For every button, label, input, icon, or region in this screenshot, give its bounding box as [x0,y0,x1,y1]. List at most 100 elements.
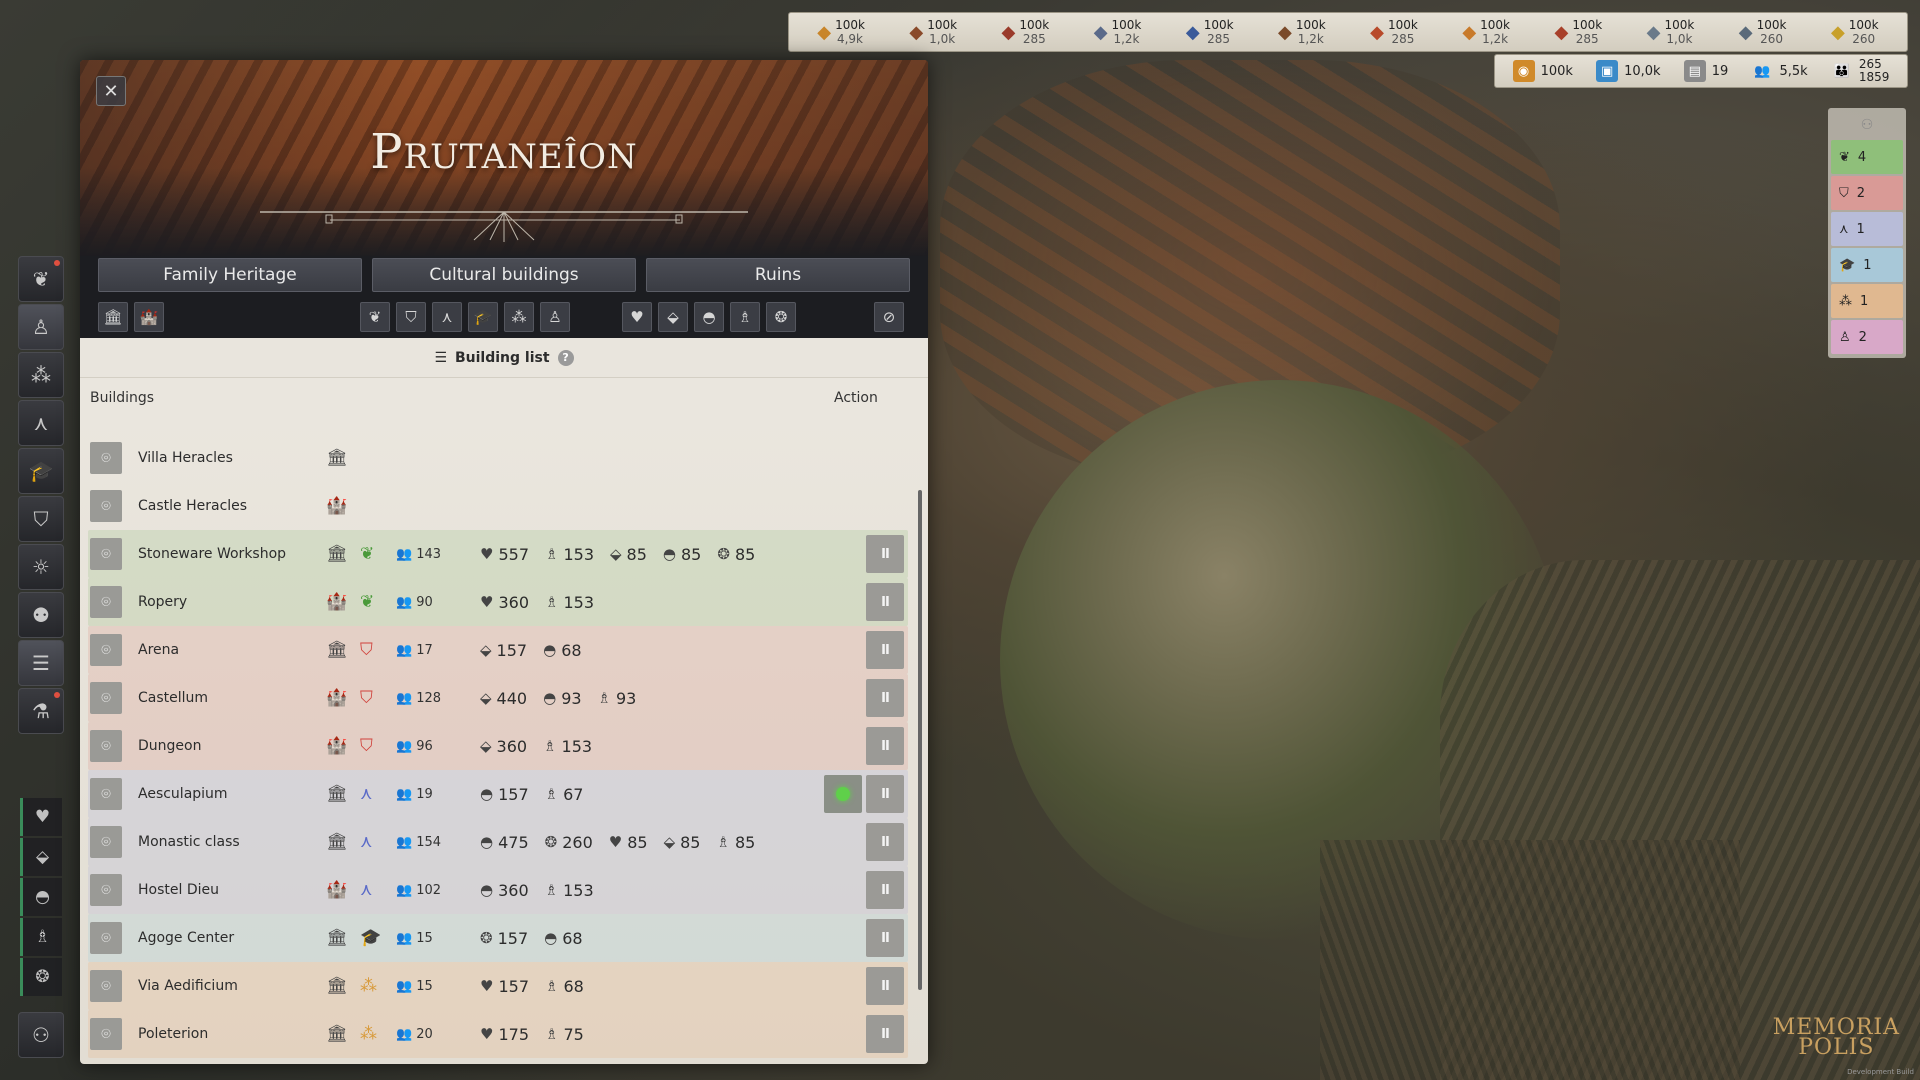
building-row[interactable]: ⌾ Monastic class 🏛 ⋏ 👥 154 ◓ 475 ❂ 260 ♥ 85 ⬙ 85 ♗ 85… [88,818,908,866]
resource-1[interactable]: ◆ 100k 1,0k [909,18,957,46]
crafts-filter-icon[interactable]: ⁂ [504,302,534,332]
building-row[interactable]: ⌾ Agoge Center 🏛 🎓 👥 15 ❂ 157 ◓ 68 II [88,914,908,962]
pause-button[interactable]: II [866,919,904,957]
medicine-menu-button[interactable]: ⋏ [18,400,64,446]
resource-4[interactable]: ◆ 100k 285 [1186,18,1234,46]
flask-menu-button[interactable]: ⚗ [18,688,64,734]
category-counter-1[interactable]: ⛉ 2 [1831,176,1903,210]
building-row[interactable]: ⌾ Villa Heracles 🏛 [88,434,908,482]
location-pin-icon[interactable]: ⌾ [90,922,122,954]
building-row[interactable]: ⌾ Poleterion 🏛 ⁂ 👥 20 ♥ 175 ♗ 75 II [88,1010,908,1058]
building-row[interactable]: ⌾ Via Aedificium 🏛 ⁂ 👥 15 ♥ 157 ♗ 68 II [88,962,908,1010]
pause-button[interactable]: II [866,535,904,573]
resource-10[interactable]: ◆ 100k 260 [1739,18,1787,46]
statue-filter-icon[interactable]: ♙ [540,302,570,332]
tab-cultural-buildings[interactable]: Cultural buildings [372,258,636,292]
category-counter-3[interactable]: 🎓 1 [1831,248,1903,282]
location-pin-icon[interactable]: ⌾ [90,538,122,570]
shield-stat-filter-icon[interactable]: ⬙ [658,302,688,332]
arena-filter-icon[interactable]: ⛉ [396,302,426,332]
mask-menu-button[interactable]: ⚇ [18,1012,64,1058]
location-pin-icon[interactable]: ⌾ [90,874,122,906]
tab-family-heritage[interactable]: Family Heritage [98,258,362,292]
clear-filter-icon[interactable]: ⊘ [874,302,904,332]
education-filter-icon[interactable]: 🎓 [468,302,498,332]
resource-3[interactable]: ◆ 100k 1,2k [1094,18,1142,46]
pause-button[interactable]: II [866,967,904,1005]
knowledge-resource[interactable]: ▣ 10,0k [1596,60,1661,82]
location-pin-icon[interactable]: ⌾ [90,970,122,1002]
resource-11[interactable]: ◆ 100k 260 [1831,18,1879,46]
resource-9[interactable]: ◆ 100k 1,0k [1647,18,1695,46]
building-row[interactable]: ⌾ Stoneware Workshop 🏛 ❦ 👥 143 ♥ 557 ♗ 153 ⬙ 85 ◓ 8… [88,530,908,578]
citizens-resource[interactable]: 👥 5,5k [1751,60,1807,82]
laurel-filter-icon[interactable]: ❦ [360,302,390,332]
pause-button[interactable]: II [866,823,904,861]
location-pin-icon[interactable]: ⌾ [90,490,122,522]
category-counter-4[interactable]: ⁂ 1 [1831,284,1903,318]
location-pin-icon[interactable]: ⌾ [90,826,122,858]
pause-button[interactable]: II [866,775,904,813]
building-row[interactable]: ⌾ Arena 🏛 ⛉ 👥 17 ⬙ 157 ◓ 68 II [88,626,908,674]
pause-button[interactable]: II [866,1015,904,1053]
building-row[interactable]: ⌾ Hostel Dieu 🏰 ⋏ 👥 102 ◓ 360 ♗ 153 II [88,866,908,914]
list-scrollbar[interactable] [918,490,922,990]
swirl-stat-filter-icon[interactable]: ◓ [694,302,724,332]
arena-menu-button[interactable]: ⛉ [18,496,64,542]
gear-stat-filter-icon[interactable]: ❂ [766,302,796,332]
category-counter-2[interactable]: ⋏ 1 [1831,212,1903,246]
location-pin-icon[interactable]: ⌾ [90,634,122,666]
effect-icon: ♥ [480,593,494,611]
help-icon[interactable]: ? [557,349,574,366]
castle-filter-icon[interactable]: 🏰 [134,302,164,332]
building-row[interactable]: ⌾ Castle Heracles 🏰 [88,482,908,530]
resource-5[interactable]: ◆ 100k 1,2k [1278,18,1326,46]
pause-button[interactable]: II [866,631,904,669]
close-button[interactable]: ✕ [96,76,126,106]
statue-menu-button[interactable]: ♙ [18,304,64,350]
pause-button[interactable]: II [866,679,904,717]
resource-0[interactable]: ◆ 100k 4,9k [817,18,865,46]
resource-7[interactable]: ◆ 100k 1,2k [1462,18,1510,46]
location-pin-icon[interactable]: ⌾ [90,442,122,474]
crafts-menu-button[interactable]: ⁂ [18,352,64,398]
laurel-menu-button[interactable]: ❦ [18,256,64,302]
map-fields-south[interactable] [1320,840,1740,1080]
swirl-filter-button[interactable]: ◓ [20,878,62,916]
building-row[interactable]: ⌾ Castellum 🏰 ⛉ 👥 128 ⬙ 440 ◓ 93 ♗ 93 II [88,674,908,722]
resource-2[interactable]: ◆ 100k 285 [1002,18,1050,46]
group-menu-button[interactable]: ⚉ [18,592,64,638]
resource-6[interactable]: ◆ 100k 285 [1370,18,1418,46]
location-pin-icon[interactable]: ⌾ [90,730,122,762]
education-menu-button[interactable]: 🎓 [18,448,64,494]
category-counter-0[interactable]: ❦ 4 [1831,140,1903,174]
figure-filter-button[interactable]: ♗ [20,918,62,956]
list-menu-button[interactable]: ☰ [18,640,64,686]
sun-menu-button[interactable]: ☼ [18,544,64,590]
active-indicator-button[interactable] [824,775,862,813]
pause-button[interactable]: II [866,727,904,765]
building-row[interactable]: ⌾ Aesculapium 🏛 ⋏ 👥 19 ◓ 157 ♗ 67 II [88,770,908,818]
heart-stat-filter-icon[interactable]: ♥ [622,302,652,332]
population-resource[interactable]: 👪 265 1859 [1831,58,1890,84]
tab-ruins[interactable]: Ruins [646,258,910,292]
figure-stat-filter-icon[interactable]: ♗ [730,302,760,332]
temple-filter-icon[interactable]: 🏛 [98,302,128,332]
medicine-filter-icon[interactable]: ⋏ [432,302,462,332]
coins-resource[interactable]: ◉ 100k [1512,60,1573,82]
shield-filter-button[interactable]: ⬙ [20,838,62,876]
gear-filter-button[interactable]: ❂ [20,958,62,996]
scroll-resource[interactable]: ▤ 19 [1683,60,1728,82]
resource-8[interactable]: ◆ 100k 285 [1554,18,1602,46]
category-counter-5[interactable]: ♙ 2 [1831,320,1903,354]
pause-button[interactable]: II [866,583,904,621]
pause-button[interactable]: II [866,871,904,909]
location-pin-icon[interactable]: ⌾ [90,778,122,810]
building-row[interactable]: ⌾ Ropery 🏰 ❦ 👥 90 ♥ 360 ♗ 153 II [88,578,908,626]
effect-item: ◓ 475 [480,832,529,852]
location-pin-icon[interactable]: ⌾ [90,1018,122,1050]
building-row[interactable]: ⌾ Dungeon 🏰 ⛉ 👥 96 ⬙ 360 ♗ 153 II [88,722,908,770]
location-pin-icon[interactable]: ⌾ [90,586,122,618]
location-pin-icon[interactable]: ⌾ [90,682,122,714]
heart-filter-button[interactable]: ♥ [20,798,62,836]
